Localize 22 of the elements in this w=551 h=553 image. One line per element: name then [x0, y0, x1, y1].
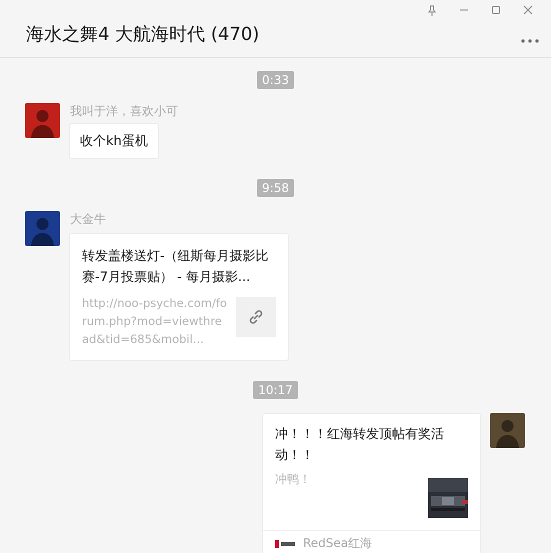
avatar[interactable] — [490, 413, 525, 448]
maximize-icon[interactable] — [491, 5, 501, 15]
avatar[interactable] — [25, 103, 60, 138]
link-title: 转发盖楼送灯-（纽斯每月摄影比赛-7月投票贴） - 每月摄影... — [82, 248, 270, 287]
pin-icon[interactable] — [427, 4, 437, 16]
logo-icon — [275, 540, 295, 548]
window-title: 海水之舞4 大航海时代 (470) — [26, 23, 260, 46]
article-title: 冲！！！红海转发顶帖有奖活动！！ — [275, 426, 445, 465]
article-summary: 冲鸭！ — [275, 471, 312, 488]
timestamp: 0:33 — [257, 71, 294, 89]
timestamp: 9:58 — [257, 179, 294, 197]
link-url: http://noo-psyche.com/forum.php?mod=viewthread&tid=685&mobil... — [82, 295, 228, 348]
sender-name: 大金牛 — [70, 211, 106, 228]
timestamp: 10:17 — [253, 381, 298, 399]
link-card[interactable]: 转发盖楼送灯-（纽斯每月摄影比赛-7月投票贴） - 每月摄影... http://noo-psyche.com/forum.php?mod=viewthread&tid=685&mobil... — [69, 233, 289, 361]
source-name: RedSea红海 — [303, 535, 372, 552]
link-icon — [247, 308, 265, 326]
sender-name: 我叫于洋，喜欢小可 — [70, 103, 178, 120]
message-bubble: 收个kh蛋机 — [69, 123, 159, 159]
more-icon[interactable] — [521, 39, 539, 43]
close-icon[interactable] — [523, 5, 533, 15]
article-card[interactable]: 冲！！！红海转发顶帖有奖活动！！ 冲鸭！ RedSea红海 — [262, 413, 481, 553]
